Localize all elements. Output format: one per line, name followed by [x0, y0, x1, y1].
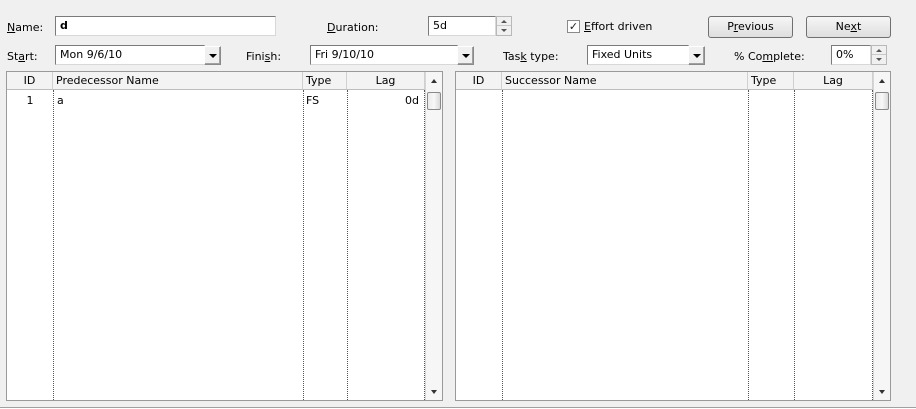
- column-header-predecessor-name[interactable]: Predecessor Name: [53, 72, 303, 90]
- scroll-up-icon[interactable]: [426, 72, 442, 89]
- task-type-select[interactable]: Fixed Units: [587, 45, 689, 65]
- column-header-type[interactable]: Type: [303, 72, 347, 90]
- next-button[interactable]: Next: [806, 16, 891, 38]
- scroll-down-icon[interactable]: [874, 383, 890, 400]
- row-predecessor-name[interactable]: a: [57, 94, 64, 108]
- percent-complete-label: % Complete:: [734, 50, 805, 63]
- duration-input[interactable]: 5d: [428, 16, 496, 36]
- column-divider: [347, 90, 348, 400]
- duration-label: Duration:: [327, 21, 379, 34]
- scroll-up-icon[interactable]: [874, 72, 890, 89]
- effort-driven-checkbox[interactable]: ✓: [567, 20, 580, 33]
- previous-button[interactable]: Previous: [708, 16, 793, 38]
- percent-complete-input[interactable]: 0%: [831, 45, 871, 65]
- column-divider: [53, 90, 54, 400]
- name-label: Name:: [7, 21, 44, 34]
- column-header-successor-name[interactable]: Successor Name: [502, 72, 748, 90]
- row-type[interactable]: FS: [306, 94, 319, 108]
- predecessor-table[interactable]: ID Predecessor Name Type Lag 1 a FS 0d: [6, 71, 443, 401]
- finish-label: Finish:: [246, 50, 282, 63]
- percent-complete-spinner[interactable]: [871, 45, 887, 65]
- start-label: Start:: [7, 50, 38, 63]
- task-type-dropdown-icon[interactable]: [688, 46, 705, 65]
- start-date-input[interactable]: Mon 9/6/10: [55, 45, 205, 65]
- name-input[interactable]: d: [55, 16, 276, 36]
- predecessor-scrollbar[interactable]: [425, 72, 442, 400]
- spin-up-icon[interactable]: [497, 17, 511, 26]
- effort-driven-label: Effort driven: [584, 20, 653, 33]
- column-header-type[interactable]: Type: [748, 72, 794, 90]
- row-lag[interactable]: 0d: [347, 94, 419, 108]
- column-header-lag[interactable]: Lag: [794, 72, 873, 90]
- column-divider: [303, 90, 304, 400]
- successor-scrollbar[interactable]: [873, 72, 890, 400]
- spin-down-icon[interactable]: [872, 55, 886, 64]
- column-divider: [794, 90, 795, 400]
- row-id[interactable]: 1: [7, 94, 53, 108]
- column-header-id[interactable]: ID: [456, 72, 502, 90]
- finish-date-input[interactable]: Fri 9/10/10: [310, 45, 458, 65]
- duration-spinner[interactable]: [496, 16, 512, 36]
- scroll-down-icon[interactable]: [426, 383, 442, 400]
- finish-dropdown-icon[interactable]: [457, 46, 474, 65]
- scroll-thumb[interactable]: [875, 92, 889, 110]
- column-header-id[interactable]: ID: [7, 72, 53, 90]
- column-divider: [748, 90, 749, 400]
- scroll-thumb[interactable]: [427, 92, 441, 110]
- start-dropdown-icon[interactable]: [204, 46, 221, 65]
- successor-table[interactable]: ID Successor Name Type Lag: [455, 71, 891, 401]
- spin-up-icon[interactable]: [872, 46, 886, 55]
- task-type-label: Task type:: [503, 50, 559, 63]
- column-divider: [502, 90, 503, 400]
- checkmark-icon: ✓: [568, 20, 579, 33]
- spin-down-icon[interactable]: [497, 26, 511, 35]
- column-header-lag[interactable]: Lag: [347, 72, 425, 90]
